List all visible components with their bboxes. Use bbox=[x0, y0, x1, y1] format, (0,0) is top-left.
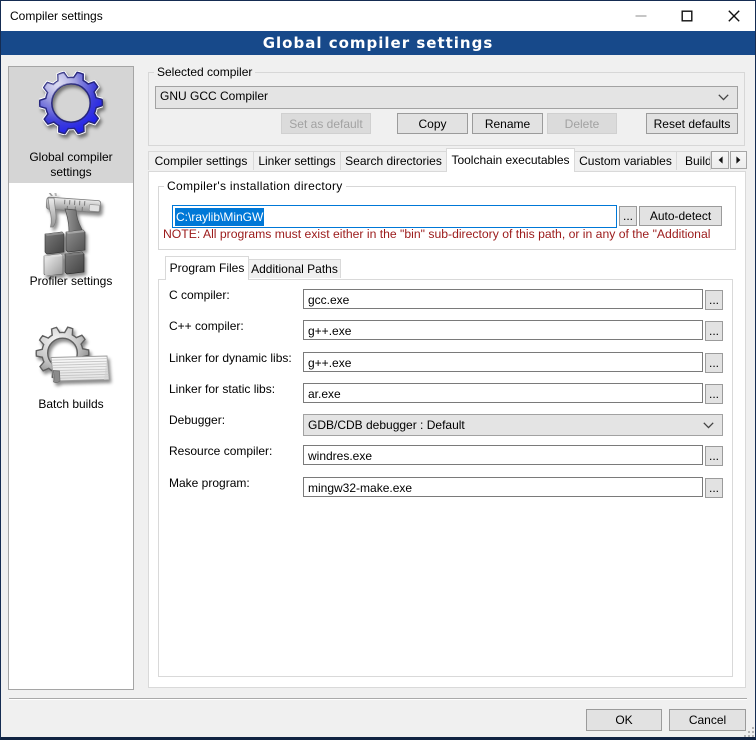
batch-builds-gear-icon bbox=[33, 326, 111, 395]
field-input[interactable]: ar.exe bbox=[303, 383, 703, 403]
field-label: Linker for static libs: bbox=[169, 382, 275, 396]
browse-button[interactable]: ... bbox=[705, 478, 723, 498]
sidebar: Global compiler settings bbox=[8, 66, 134, 690]
field-label: C compiler: bbox=[169, 288, 230, 302]
form-row: Make program: mingw32-make.exe ... bbox=[158, 477, 731, 499]
blue-gear-icon bbox=[39, 71, 103, 138]
field-label: C++ compiler: bbox=[169, 319, 244, 333]
tab-linker-settings[interactable]: Linker settings bbox=[253, 151, 341, 170]
ok-button[interactable]: OK bbox=[586, 709, 662, 731]
debugger-select[interactable]: GDB/CDB debugger : Default bbox=[303, 414, 723, 436]
form-row: C++ compiler: g++.exe ... bbox=[158, 320, 731, 342]
tab-custom-variables[interactable]: Custom variables bbox=[574, 151, 677, 170]
tab-additional-paths[interactable]: Additional Paths bbox=[248, 259, 341, 278]
tab-build-options[interactable]: Build options bbox=[676, 151, 711, 170]
form-row: Debugger: GDB/CDB debugger : Default bbox=[158, 414, 731, 436]
browse-button[interactable]: ... bbox=[705, 384, 723, 404]
field-input[interactable]: g++.exe bbox=[303, 352, 703, 372]
chevron-down-icon bbox=[703, 422, 714, 429]
installation-directory-input[interactable]: C:\raylib\MinGW bbox=[172, 205, 617, 228]
tab-search-directories[interactable]: Search directories bbox=[340, 151, 447, 170]
sidebar-item-label: Batch builds bbox=[9, 397, 133, 412]
selected-compiler-group: Selected compiler bbox=[148, 65, 745, 146]
arrow-left-icon bbox=[718, 156, 723, 164]
close-button[interactable] bbox=[719, 1, 749, 31]
browse-button[interactable]: ... bbox=[705, 446, 723, 466]
sidebar-item-profiler-settings[interactable]: Profiler settings bbox=[9, 183, 133, 303]
cancel-button[interactable]: Cancel bbox=[669, 709, 746, 731]
field-label: Linker for dynamic libs: bbox=[169, 351, 292, 365]
form-row: Linker for static libs: ar.exe ... bbox=[158, 383, 731, 405]
titlebar: Compiler settings bbox=[1, 1, 755, 31]
debugger-select-value: GDB/CDB debugger : Default bbox=[304, 418, 703, 432]
tab-compiler-settings[interactable]: Compiler settings bbox=[148, 151, 254, 170]
browse-button[interactable]: ... bbox=[705, 353, 723, 373]
auto-detect-button[interactable]: Auto-detect bbox=[639, 206, 722, 226]
program-files-tabbar: Program Files Additional Paths bbox=[158, 256, 732, 279]
tab-toolchain-executables[interactable]: Toolchain executables bbox=[446, 148, 575, 172]
field-input[interactable]: gcc.exe bbox=[303, 289, 703, 309]
minimize-icon bbox=[635, 10, 647, 22]
sidebar-item-batch-builds[interactable]: Batch builds bbox=[9, 311, 133, 431]
installation-directory-legend: Compiler's installation directory bbox=[164, 179, 346, 193]
selected-compiler-legend: Selected compiler bbox=[154, 65, 255, 79]
profiler-caliper-icon bbox=[35, 193, 107, 278]
tab-program-files[interactable]: Program Files bbox=[165, 256, 249, 280]
window-title: Compiler settings bbox=[10, 1, 103, 31]
note-text: NOTE: All programs must exist either in … bbox=[163, 227, 723, 241]
cubes bbox=[44, 230, 85, 275]
browse-button[interactable]: ... bbox=[705, 290, 723, 310]
field-label: Resource compiler: bbox=[169, 444, 272, 458]
tab-scroll-right-button[interactable] bbox=[730, 151, 747, 169]
maximize-button[interactable] bbox=[672, 1, 702, 31]
close-icon bbox=[728, 10, 740, 22]
tab-scroll-left-button[interactable] bbox=[711, 151, 729, 169]
maximize-icon bbox=[681, 10, 693, 22]
field-input[interactable]: windres.exe bbox=[303, 445, 703, 465]
form-row: Resource compiler: windres.exe ... bbox=[158, 445, 731, 467]
dialog-header: Global compiler settings bbox=[1, 31, 755, 55]
arrow-right-icon bbox=[736, 156, 741, 164]
sidebar-item-label: Profiler settings bbox=[9, 274, 133, 289]
sidebar-item-global-compiler-settings[interactable]: Global compiler settings bbox=[9, 67, 133, 183]
form-row: C compiler: gcc.exe ... bbox=[158, 289, 731, 311]
field-label: Debugger: bbox=[169, 413, 225, 427]
footer-separator bbox=[9, 698, 747, 700]
compiler-settings-dialog: Compiler settings Global compiler settin… bbox=[0, 0, 756, 740]
field-input[interactable]: g++.exe bbox=[303, 320, 703, 340]
form-row: Linker for dynamic libs: g++.exe ... bbox=[158, 352, 731, 374]
field-label: Make program: bbox=[169, 476, 250, 490]
field-input[interactable]: mingw32-make.exe bbox=[303, 477, 703, 497]
installation-directory-value: C:\raylib\MinGW bbox=[175, 208, 264, 226]
browse-directory-button[interactable]: ... bbox=[619, 206, 637, 226]
sidebar-item-label: settings bbox=[9, 165, 133, 180]
sidebar-item-label: Global compiler bbox=[9, 150, 133, 165]
settings-tabbar: Compiler settings Linker settings Search… bbox=[148, 148, 746, 171]
minimize-button[interactable] bbox=[626, 1, 656, 31]
browse-button[interactable]: ... bbox=[705, 321, 723, 341]
